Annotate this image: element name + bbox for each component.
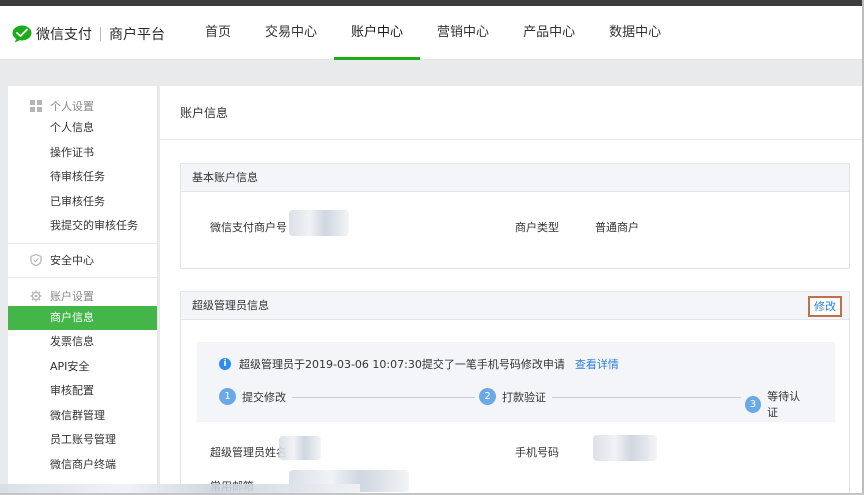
brand-separator — [100, 27, 101, 41]
gear-icon — [30, 289, 42, 302]
sidebar-group-title: 账户设置 — [8, 286, 157, 306]
brand-name: 微信支付 — [36, 27, 92, 43]
info-icon: i — [219, 358, 231, 370]
sidebar-group-title-label: 账户设置 — [50, 289, 94, 303]
sidebar-item-merchant-info[interactable]: 商户信息 — [8, 305, 157, 330]
nav-marketing[interactable]: 营销中心 — [420, 6, 506, 60]
step-connector — [549, 397, 747, 398]
admin-name-label: 超级管理员姓名 — [210, 446, 287, 459]
merchant-id-label: 微信支付商户号 — [210, 221, 287, 234]
nav-transactions[interactable]: 交易中心 — [248, 6, 334, 60]
edit-link[interactable]: 修改 — [808, 296, 842, 317]
step-payment-verify: 2 打款验证 — [475, 388, 552, 405]
main-panel: 账户信息 基本账户信息 微信支付商户号 商户类型 普通商户 超级管理员信息 修改… — [160, 86, 862, 495]
basic-account-card-title: 基本账户信息 — [181, 164, 849, 192]
admin-name-value-redacted — [279, 436, 321, 460]
super-admin-card: 超级管理员信息 修改 i 超级管理员于2019-03-06 10:07:30提交… — [180, 291, 850, 495]
sidebar-item-security[interactable]: 安全中心 — [8, 244, 157, 278]
sidebar-item-my-submitted-tasks[interactable]: 我提交的审核任务 — [8, 214, 157, 239]
phone-label: 手机号码 — [515, 446, 559, 459]
sidebar-item-pending-tasks[interactable]: 待审核任务 — [8, 165, 157, 190]
top-nav: 首页 交易中心 账户中心 营销中心 产品中心 数据中心 — [188, 6, 678, 60]
sidebar-item-certificate[interactable]: 操作证书 — [8, 141, 157, 166]
merchant-type-label: 商户类型 — [515, 221, 559, 234]
nav-home[interactable]: 首页 — [188, 6, 248, 60]
sidebar-group-title-label: 个人设置 — [50, 100, 94, 113]
header: 微信支付 商户平台 首页 交易中心 账户中心 营销中心 产品中心 数据中心 — [0, 6, 864, 60]
sidebar-item-wechat-group[interactable]: 微信群管理 — [8, 404, 157, 429]
nav-products[interactable]: 产品中心 — [506, 6, 592, 60]
shield-icon — [30, 254, 42, 266]
step-label: 等待认证 — [767, 390, 801, 419]
step-label: 打款验证 — [502, 390, 546, 404]
brand-logo[interactable]: 微信支付 商户平台 — [12, 24, 165, 44]
phone-value-redacted — [593, 435, 657, 461]
step-await-auth: 3 等待认证 — [741, 388, 815, 420]
step-label: 提交修改 — [242, 390, 286, 404]
super-admin-card-header: 超级管理员信息 修改 — [181, 292, 849, 320]
step-number: 3 — [745, 395, 762, 413]
sidebar-group-account: 账户设置 商户信息 发票信息 API安全 审核配置 微信群管理 员工账号管理 微… — [8, 278, 157, 482]
progress-steps: 1 提交修改 2 打款验证 3 等待认证 — [219, 388, 815, 420]
merchant-id-value-redacted — [289, 210, 349, 236]
bottom-redaction — [0, 484, 360, 493]
step-submit: 1 提交修改 — [219, 388, 292, 405]
wechat-pay-icon — [12, 25, 32, 43]
nav-account[interactable]: 账户中心 — [334, 6, 421, 60]
sidebar-item-api-security[interactable]: API安全 — [8, 355, 157, 380]
step-number: 2 — [479, 388, 496, 405]
nav-data[interactable]: 数据中心 — [592, 6, 678, 60]
notice-line: i 超级管理员于2019-03-06 10:07:30提交了一笔手机号码修改申请… — [219, 356, 619, 372]
sidebar-item-personal-info[interactable]: 个人信息 — [8, 116, 157, 141]
sidebar-item-review-config[interactable]: 审核配置 — [8, 379, 157, 404]
sidebar-item-reviewed-tasks[interactable]: 已审核任务 — [8, 190, 157, 215]
sidebar-item-security-label: 安全中心 — [50, 254, 94, 267]
sidebar-item-invoice-info[interactable]: 发票信息 — [8, 330, 157, 355]
super-admin-card-title: 超级管理员信息 — [192, 299, 269, 312]
merchant-type-value: 普通商户 — [595, 221, 639, 234]
notice-text: 超级管理员于2019-03-06 10:07:30提交了一笔手机号码修改申请 — [239, 358, 565, 371]
sidebar-group-personal: 个人设置 个人信息 操作证书 待审核任务 已审核任务 我提交的审核任务 — [8, 86, 157, 244]
phone-change-notice: i 超级管理员于2019-03-06 10:07:30提交了一笔手机号码修改申请… — [197, 342, 835, 422]
basic-account-card: 基本账户信息 微信支付商户号 商户类型 普通商户 — [180, 163, 850, 269]
grid-icon — [30, 100, 42, 112]
sidebar-item-merchant-terminal[interactable]: 微信商户终端 — [8, 453, 157, 478]
sidebar: 个人设置 个人信息 操作证书 待审核任务 已审核任务 我提交的审核任务 安全中心 — [8, 86, 158, 495]
brand-subtitle: 商户平台 — [109, 27, 165, 43]
view-details-link[interactable]: 查看详情 — [575, 356, 619, 372]
sidebar-group-title: 个人设置 — [8, 96, 157, 116]
step-number: 1 — [219, 388, 236, 405]
page-title: 账户信息 — [160, 86, 862, 140]
sidebar-item-staff-accounts[interactable]: 员工账号管理 — [8, 428, 157, 453]
